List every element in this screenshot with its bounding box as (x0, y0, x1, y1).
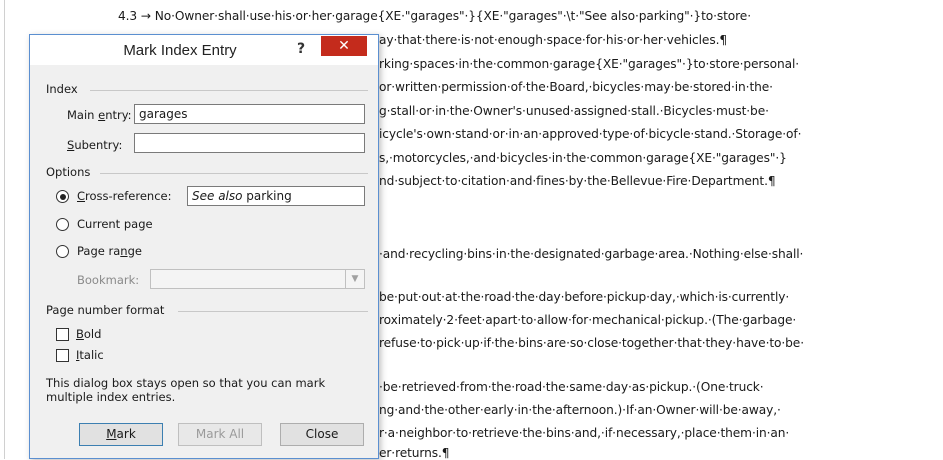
dialog-note: This dialog box stays open so that you c… (46, 376, 326, 404)
mark-all-button[interactable]: Mark All (178, 423, 262, 446)
doc-line: 4.3 → No·Owner·shall·use·his·or·her·gara… (118, 9, 751, 23)
cross-reference-label: Cross-reference: (77, 189, 172, 203)
doc-line: ay·that·there·is·not·enough·space·for·hi… (379, 33, 728, 47)
cross-reference-radio[interactable] (56, 190, 69, 203)
bold-checkbox[interactable] (56, 328, 69, 341)
index-divider (90, 90, 368, 91)
options-section-label: Options (46, 165, 91, 179)
doc-line: s,·motorcycles,·and·bicycles·in·the·comm… (379, 151, 787, 165)
doc-line: g·stall·or·in·the·Owner's·unused·assigne… (379, 104, 769, 118)
doc-line: r·a·neighbor·to·retrieve·the·bins·and,·i… (379, 426, 790, 440)
doc-line: roximately·2·feet·apart·to·allow·for·mec… (379, 313, 797, 327)
mark-index-entry-dialog: Mark Index Entry ? ✕ Index Main entry: g… (29, 34, 379, 459)
doc-line: nd·subject·to·citation·and·fines·by·the·… (379, 174, 776, 188)
help-button[interactable]: ? (288, 37, 314, 61)
italic-label: Italic (76, 348, 104, 362)
doc-line: icycle's·own·stand·or·in·an·approved·typ… (379, 127, 802, 141)
main-entry-input[interactable]: garages (134, 104, 365, 124)
page-range-radio[interactable] (56, 245, 69, 258)
dialog-titlebar[interactable]: Mark Index Entry ? ✕ (30, 35, 378, 65)
doc-line: ng·and·the·other·early·in·the·afternoon.… (379, 403, 781, 417)
page-range-label: Page range (77, 244, 142, 258)
page-left-edge (4, 0, 5, 459)
mark-button[interactable]: Mark (79, 423, 163, 446)
doc-line: ·be·retrieved·from·the·road·the·same·day… (379, 380, 764, 394)
italic-checkbox[interactable] (56, 349, 69, 362)
bookmark-label: Bookmark: (77, 273, 140, 287)
doc-line: er·returns.¶ (379, 446, 450, 460)
bookmark-dropdown[interactable]: ▼ (150, 269, 365, 289)
doc-line: refuse·to·pick·up·if·the·bins·are·so·clo… (379, 336, 804, 350)
chevron-down-icon: ▼ (345, 270, 364, 288)
current-page-radio[interactable] (56, 218, 69, 231)
doc-line: be·put·out·at·the·road·the·day·before·pi… (379, 290, 790, 304)
dialog-title: Mark Index Entry (123, 42, 237, 59)
page-number-format-label: Page number format (46, 303, 165, 317)
current-page-label: Current page (77, 217, 153, 231)
options-divider (100, 173, 368, 174)
subentry-input[interactable] (134, 133, 365, 153)
doc-line: ·and·recycling·bins·in·the·designated·ga… (379, 247, 804, 261)
close-icon[interactable]: ✕ (321, 36, 367, 56)
close-button[interactable]: Close (280, 423, 364, 446)
main-entry-label: Main entry: (67, 108, 132, 122)
subentry-label: Subentry: (67, 138, 123, 152)
page-number-format-divider (178, 311, 368, 312)
index-section-label: Index (46, 82, 78, 96)
doc-line: rking·spaces·in·the·common·garage{XE·"ga… (379, 57, 799, 71)
doc-line: or·written·permission·of·the·Board,·bicy… (379, 80, 773, 94)
bold-label: Bold (76, 327, 102, 341)
cross-reference-input[interactable]: See also parking (187, 186, 365, 206)
